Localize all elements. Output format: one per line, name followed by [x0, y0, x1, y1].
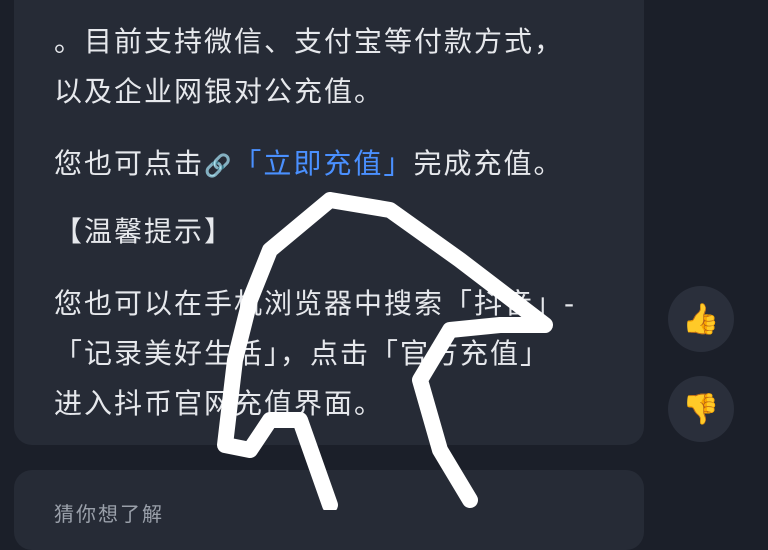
message-text: 完成充值。	[413, 147, 564, 180]
recharge-now-link[interactable]: 「立即充值」	[233, 147, 413, 180]
next-message-text: 猜你想了解	[54, 502, 164, 526]
thumbs-down-icon: 👎	[682, 391, 720, 427]
assistant-message-bubble: 。目前支持微信、支付宝等付款方式， 以及企业网银对公充值。 您也可点击🔗「立即充…	[14, 0, 644, 445]
message-text: 您也可点击	[54, 147, 205, 180]
message-line-7: 进入抖币官网充值界面。	[54, 387, 385, 420]
dislike-button[interactable]: 👎	[668, 376, 734, 442]
message-line-1: 。目前支持微信、支付宝等付款方式，	[54, 25, 565, 58]
link-icon: 🔗	[204, 154, 234, 179]
like-button[interactable]: 👍	[668, 286, 734, 352]
message-line-6: 「记录美好生活」，点击「官方充值」	[54, 337, 551, 370]
next-message-bubble: 猜你想了解	[14, 470, 644, 550]
message-line-5: 您也可以在手机浏览器中搜索「抖音」-	[54, 287, 577, 320]
tip-heading: 【温馨提示】	[54, 215, 235, 248]
message-line-3: 您也可点击🔗「立即充值」完成充值。	[54, 142, 563, 182]
message-line-2: 以及企业网银对公充值。	[54, 75, 385, 108]
thumbs-up-icon: 👍	[682, 301, 720, 337]
